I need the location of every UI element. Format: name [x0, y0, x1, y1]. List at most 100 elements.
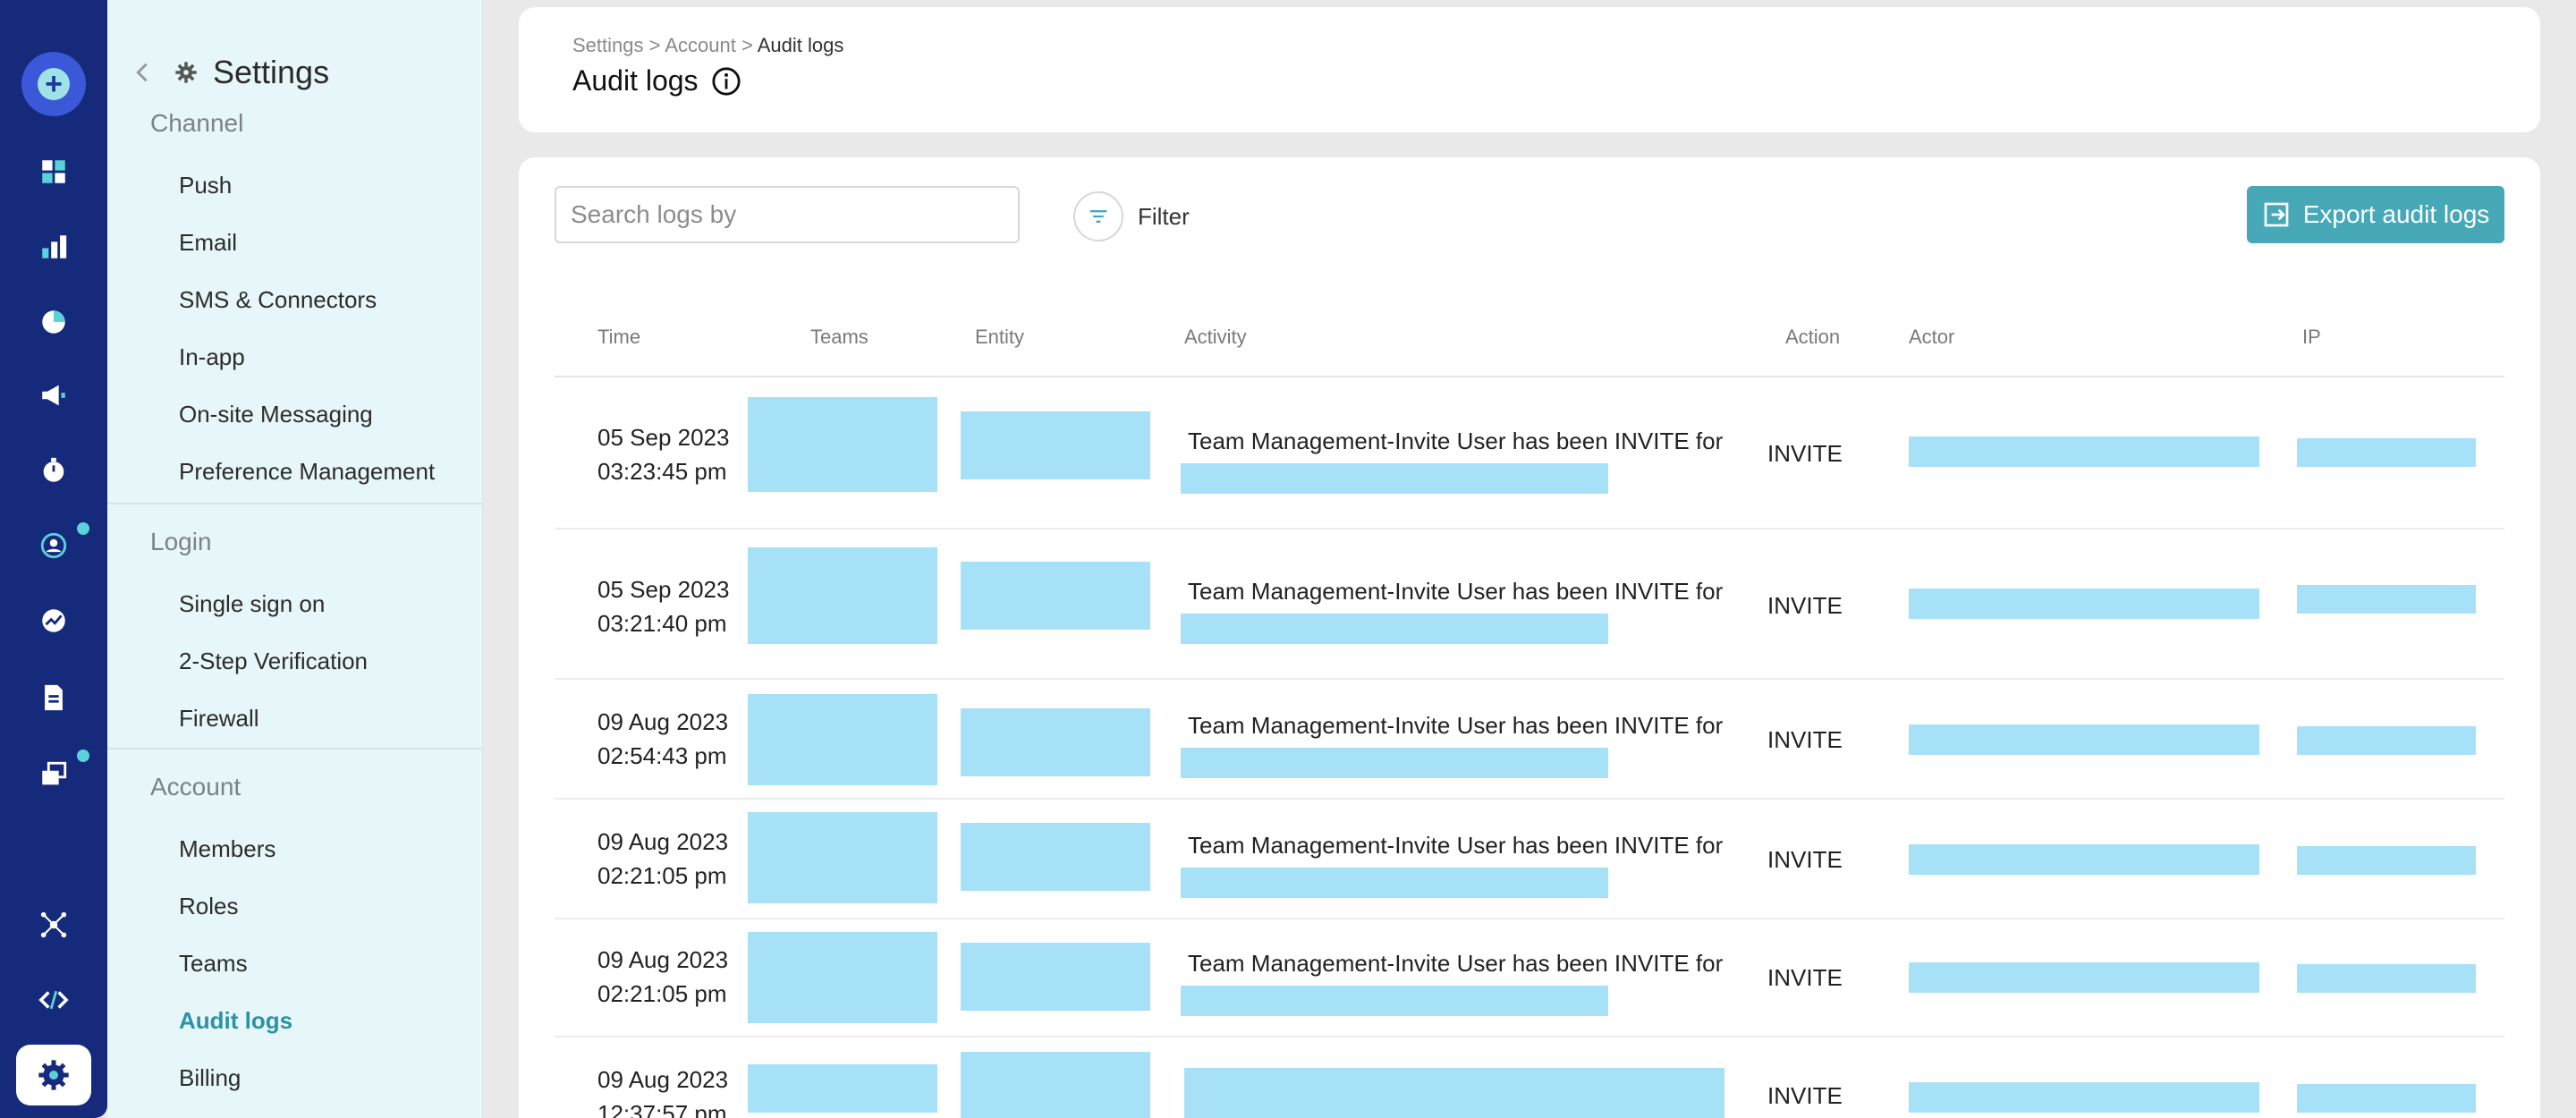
- filter-button[interactable]: Filter: [1073, 191, 1190, 241]
- breadcrumb-settings[interactable]: Settings >: [572, 34, 660, 56]
- info-icon[interactable]: [711, 66, 741, 97]
- redacted-actor: [1909, 1082, 2259, 1113]
- redacted-activity: [1181, 868, 1608, 898]
- stopwatch-icon[interactable]: [27, 444, 80, 497]
- redacted-ip: [2297, 585, 2476, 614]
- sidebar-item-firewall[interactable]: Firewall: [179, 705, 259, 733]
- export-label: Export audit logs: [2302, 200, 2490, 228]
- sidebar-header: Settings: [131, 50, 329, 95]
- row-action: INVITE: [1767, 440, 1843, 467]
- breadcrumb-current: Audit logs: [757, 34, 844, 56]
- icon-rail: +: [0, 0, 107, 1118]
- column-header-ip[interactable]: IP: [2302, 326, 2321, 349]
- notification-dot: [77, 750, 89, 762]
- redacted-activity: [1181, 463, 1608, 494]
- row-action: INVITE: [1767, 726, 1843, 753]
- sidebar-item-audit-logs[interactable]: Audit logs: [179, 1007, 292, 1035]
- redacted-teams: [748, 547, 937, 644]
- redacted-actor: [1909, 844, 2259, 875]
- create-button[interactable]: +: [21, 52, 86, 116]
- redacted-actor: [1909, 962, 2259, 993]
- redacted-ip: [2297, 964, 2476, 993]
- dashboard-icon[interactable]: [27, 145, 80, 199]
- redacted-teams: [748, 694, 937, 785]
- redacted-ip: [2297, 726, 2476, 755]
- redacted-ip: [2297, 1084, 2476, 1113]
- trend-icon[interactable]: [27, 594, 80, 648]
- table-row[interactable]: 09 Aug 2023 02:21:05 pm Team Management-I…: [555, 800, 2504, 919]
- export-audit-logs-button[interactable]: Export audit logs: [2247, 186, 2504, 243]
- redacted-entity: [961, 1052, 1150, 1118]
- row-datetime: 09 Aug 2023 12:37:57 pm: [597, 1066, 729, 1118]
- row-datetime: 05 Sep 2023 03:23:45 pm: [597, 424, 730, 485]
- column-header-entity[interactable]: Entity: [975, 326, 1024, 349]
- table-row[interactable]: 09 Aug 2023 12:37:57 pm INVITE: [555, 1038, 2504, 1118]
- redacted-actor: [1909, 589, 2259, 619]
- gear-icon: [175, 62, 197, 83]
- layers-icon[interactable]: [27, 748, 80, 801]
- code-icon[interactable]: [27, 973, 80, 1027]
- row-action: INVITE: [1767, 592, 1843, 619]
- sidebar-item-on-site[interactable]: On-site Messaging: [179, 401, 373, 428]
- redacted-ip: [2297, 846, 2476, 875]
- sidebar-item-billing[interactable]: Billing: [179, 1064, 241, 1092]
- filter-label: Filter: [1138, 202, 1190, 230]
- export-icon: [2264, 202, 2289, 227]
- column-header-teams[interactable]: Teams: [810, 326, 869, 349]
- sidebar-item-email[interactable]: Email: [179, 229, 237, 257]
- plus-icon: +: [38, 68, 70, 100]
- sidebar-item-2step[interactable]: 2-Step Verification: [179, 648, 368, 675]
- column-header-actor[interactable]: Actor: [1909, 326, 1954, 349]
- section-account: Account: [150, 773, 242, 800]
- row-action: INVITE: [1767, 964, 1843, 991]
- divider: [107, 503, 482, 504]
- sidebar-item-in-app[interactable]: In-app: [179, 343, 245, 371]
- table-row[interactable]: 05 Sep 2023 03:23:45 pm Team Management-I…: [555, 377, 2504, 529]
- notification-dot: [77, 522, 89, 535]
- settings-sidebar: Settings Channel Push Email SMS & Connec…: [107, 0, 483, 1118]
- column-header-time[interactable]: Time: [597, 326, 640, 349]
- sidebar-item-preference[interactable]: Preference Management: [179, 458, 435, 486]
- row-activity: Team Management-Invite User has been INV…: [1188, 950, 1724, 977]
- document-icon[interactable]: [27, 671, 80, 724]
- page-title-wrap: Audit logs: [572, 64, 741, 97]
- redacted-activity: [1181, 748, 1608, 778]
- table-row[interactable]: 09 Aug 2023 02:21:05 pm Team Management-I…: [555, 919, 2504, 1038]
- settings-gear-icon: [38, 1060, 69, 1090]
- section-login: Login: [150, 528, 212, 555]
- bar-chart-icon[interactable]: [27, 220, 80, 274]
- search-input[interactable]: [555, 186, 1020, 243]
- back-button[interactable]: [131, 55, 154, 90]
- megaphone-icon[interactable]: [27, 368, 80, 422]
- redacted-entity: [961, 823, 1150, 891]
- sidebar-item-sso[interactable]: Single sign on: [179, 590, 325, 618]
- breadcrumb-account[interactable]: Account >: [665, 34, 752, 56]
- sidebar-title: Settings: [213, 54, 330, 90]
- pie-chart-icon[interactable]: [27, 295, 80, 349]
- table-row[interactable]: 09 Aug 2023 02:54:43 pm Team Management-I…: [555, 680, 2504, 800]
- column-header-activity[interactable]: Activity: [1184, 326, 1247, 349]
- sidebar-item-roles[interactable]: Roles: [179, 893, 238, 920]
- row-action: INVITE: [1767, 1082, 1843, 1109]
- row-activity: Team Management-Invite User has been INV…: [1188, 832, 1724, 859]
- user-target-icon[interactable]: [27, 519, 80, 572]
- redacted-entity: [961, 943, 1150, 1011]
- filter-icon: [1073, 191, 1123, 241]
- table-row[interactable]: 05 Sep 2023 03:21:40 pm Team Management-I…: [555, 529, 2504, 680]
- redacted-actor: [1909, 724, 2259, 755]
- sidebar-item-teams[interactable]: Teams: [179, 950, 248, 978]
- redacted-activity: [1181, 986, 1608, 1016]
- section-channel: Channel: [150, 109, 244, 137]
- redacted-activity: [1184, 1068, 1724, 1118]
- sidebar-item-push[interactable]: Push: [179, 172, 232, 199]
- column-header-action[interactable]: Action: [1785, 326, 1840, 349]
- row-action: INVITE: [1767, 846, 1843, 873]
- redacted-actor: [1909, 436, 2259, 467]
- network-icon[interactable]: [27, 898, 80, 952]
- redacted-entity: [961, 708, 1150, 776]
- redacted-teams: [748, 397, 937, 492]
- settings-button[interactable]: [16, 1045, 91, 1105]
- sidebar-item-members[interactable]: Members: [179, 835, 275, 863]
- redacted-teams: [748, 1064, 937, 1113]
- sidebar-item-sms[interactable]: SMS & Connectors: [179, 286, 377, 314]
